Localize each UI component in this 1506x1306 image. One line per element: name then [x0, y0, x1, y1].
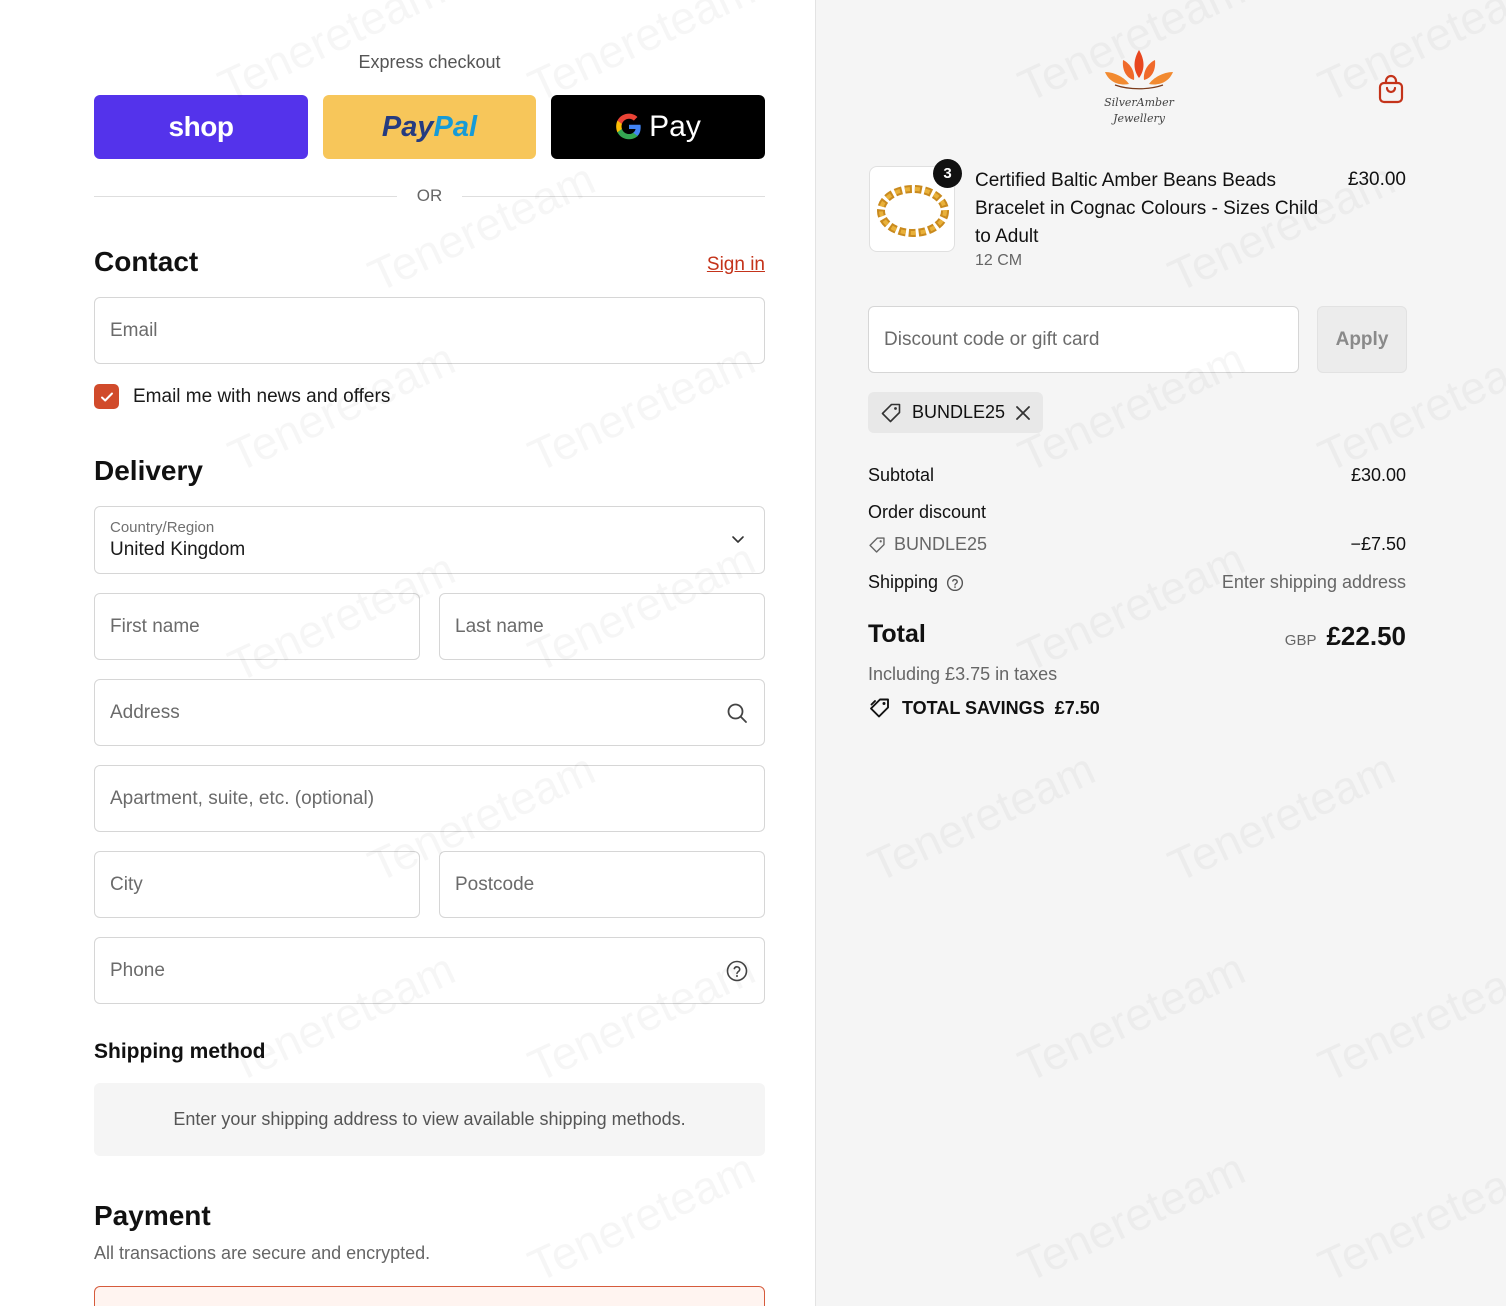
chevron-down-icon — [732, 536, 744, 543]
express-checkout-title: Express checkout — [358, 52, 501, 72]
subtotal-value: £30.00 — [1350, 465, 1406, 485]
postcode-field[interactable]: Postcode — [439, 851, 765, 918]
first-name-field[interactable]: First name — [94, 593, 420, 660]
shipping-row: Shipping — [868, 572, 964, 593]
discount-code-input[interactable]: Discount code or gift card — [868, 306, 1299, 373]
total-amount: £22.50 — [1326, 621, 1406, 651]
discount-code-row: BUNDLE25 — [868, 534, 987, 555]
total-savings-row: TOTAL SAVINGS £7.50 — [868, 697, 1100, 719]
or-label: OR — [416, 186, 443, 205]
tag-icon — [869, 536, 885, 553]
address-placeholder: Address — [110, 701, 180, 723]
newsletter-checkbox[interactable] — [94, 384, 119, 409]
google-g-icon — [616, 113, 641, 140]
address-field[interactable]: Address — [94, 679, 765, 746]
logo-text-silveramber: SilverAmber — [1104, 96, 1174, 109]
shop-pay-label: shop — [168, 111, 234, 142]
newsletter-row: Email me with news and offers — [94, 384, 390, 409]
savings-tag-icon — [870, 698, 889, 718]
payment-method-card[interactable] — [94, 1286, 765, 1306]
payment-heading: Payment — [94, 1200, 211, 1231]
apartment-placeholder: Apartment, suite, etc. (optional) — [110, 787, 375, 809]
paypal-label-pal: Pal — [433, 110, 478, 143]
payment-subtitle: All transactions are secure and encrypte… — [94, 1243, 431, 1263]
currency-code: GBP — [1284, 632, 1317, 649]
savings-value: £7.50 — [1054, 697, 1100, 718]
order-discount-label: Order discount — [868, 502, 987, 522]
shop-pay-button[interactable]: shop — [94, 95, 308, 159]
phone-placeholder: Phone — [110, 959, 165, 981]
close-icon — [1016, 405, 1030, 420]
newsletter-label: Email me with news and offers — [133, 385, 391, 407]
remove-discount-button[interactable] — [1015, 405, 1031, 421]
shipping-method-notice: Enter your shipping address to view avai… — [94, 1083, 765, 1156]
search-icon — [725, 701, 749, 725]
discount-placeholder: Discount code or gift card — [884, 328, 1100, 350]
country-value: United Kingdom — [110, 539, 246, 560]
sign-in-link[interactable]: Sign in — [707, 254, 765, 276]
google-pay-label: Pay — [649, 110, 701, 143]
city-field[interactable]: City — [94, 851, 420, 918]
checkmark-icon — [100, 392, 113, 401]
first-name-placeholder: First name — [110, 615, 200, 637]
total-label: Total — [868, 620, 926, 648]
applied-discount-code: BUNDLE25 — [912, 402, 1006, 422]
paypal-label-pay: Pay — [381, 110, 434, 143]
discount-code-text: BUNDLE25 — [894, 534, 988, 554]
google-pay-button[interactable]: Pay — [551, 95, 765, 159]
subtotal-label: Subtotal — [868, 465, 935, 485]
savings-label: TOTAL SAVINGS — [902, 697, 1045, 718]
city-placeholder: City — [110, 873, 143, 895]
shipping-label: Shipping — [868, 572, 939, 592]
product-title: Certified Baltic Amber Beans Beads Brace… — [975, 170, 1319, 247]
logo-text-jewellery: Jewellery — [1111, 112, 1166, 125]
postcode-placeholder: Postcode — [455, 873, 535, 895]
shopping-bag-icon[interactable] — [1377, 74, 1405, 104]
contact-heading: Contact — [94, 246, 199, 277]
shipping-value: Enter shipping address — [1221, 572, 1406, 592]
applied-discount-chip: BUNDLE25 — [868, 392, 1044, 433]
apply-discount-button[interactable]: Apply — [1317, 306, 1407, 373]
last-name-placeholder: Last name — [455, 615, 544, 637]
country-select[interactable]: Country/Region United Kingdom — [94, 506, 765, 574]
quantity-badge: 3 — [933, 159, 962, 188]
shipping-method-message: Enter your shipping address to view avai… — [173, 1109, 686, 1129]
store-logo[interactable]: SilverAmber Jewellery — [1099, 48, 1179, 130]
order-summary-column: SilverAmber Jewellery 3 Certified Baltic… — [815, 0, 1506, 1306]
country-label: Country/Region — [110, 519, 215, 536]
divider-line-left — [94, 195, 397, 197]
shipping-method-heading: Shipping method — [94, 1040, 266, 1063]
last-name-field[interactable]: Last name — [439, 593, 765, 660]
help-icon[interactable] — [946, 574, 964, 592]
taxes-note: Including £3.75 in taxes — [868, 664, 1058, 684]
total-value-group: GBP £22.50 — [1285, 621, 1406, 652]
help-icon[interactable] — [725, 959, 749, 983]
divider-line-right — [462, 195, 765, 197]
tag-icon — [881, 403, 901, 422]
email-placeholder: Email — [110, 319, 158, 341]
product-variant: 12 CM — [975, 252, 1023, 269]
product-price: £30.00 — [1347, 169, 1406, 190]
paypal-button[interactable]: Pay Pal — [323, 95, 536, 159]
or-divider: OR — [94, 186, 765, 206]
email-field[interactable]: Email — [94, 297, 765, 364]
apartment-field[interactable]: Apartment, suite, etc. (optional) — [94, 765, 765, 832]
discount-value: −£7.50 — [1350, 534, 1406, 554]
checkout-form-column: Express checkout shop Pay Pal Pay OR Cont… — [0, 0, 815, 1306]
phone-field[interactable]: Phone — [94, 937, 765, 1004]
delivery-heading: Delivery — [94, 455, 203, 486]
